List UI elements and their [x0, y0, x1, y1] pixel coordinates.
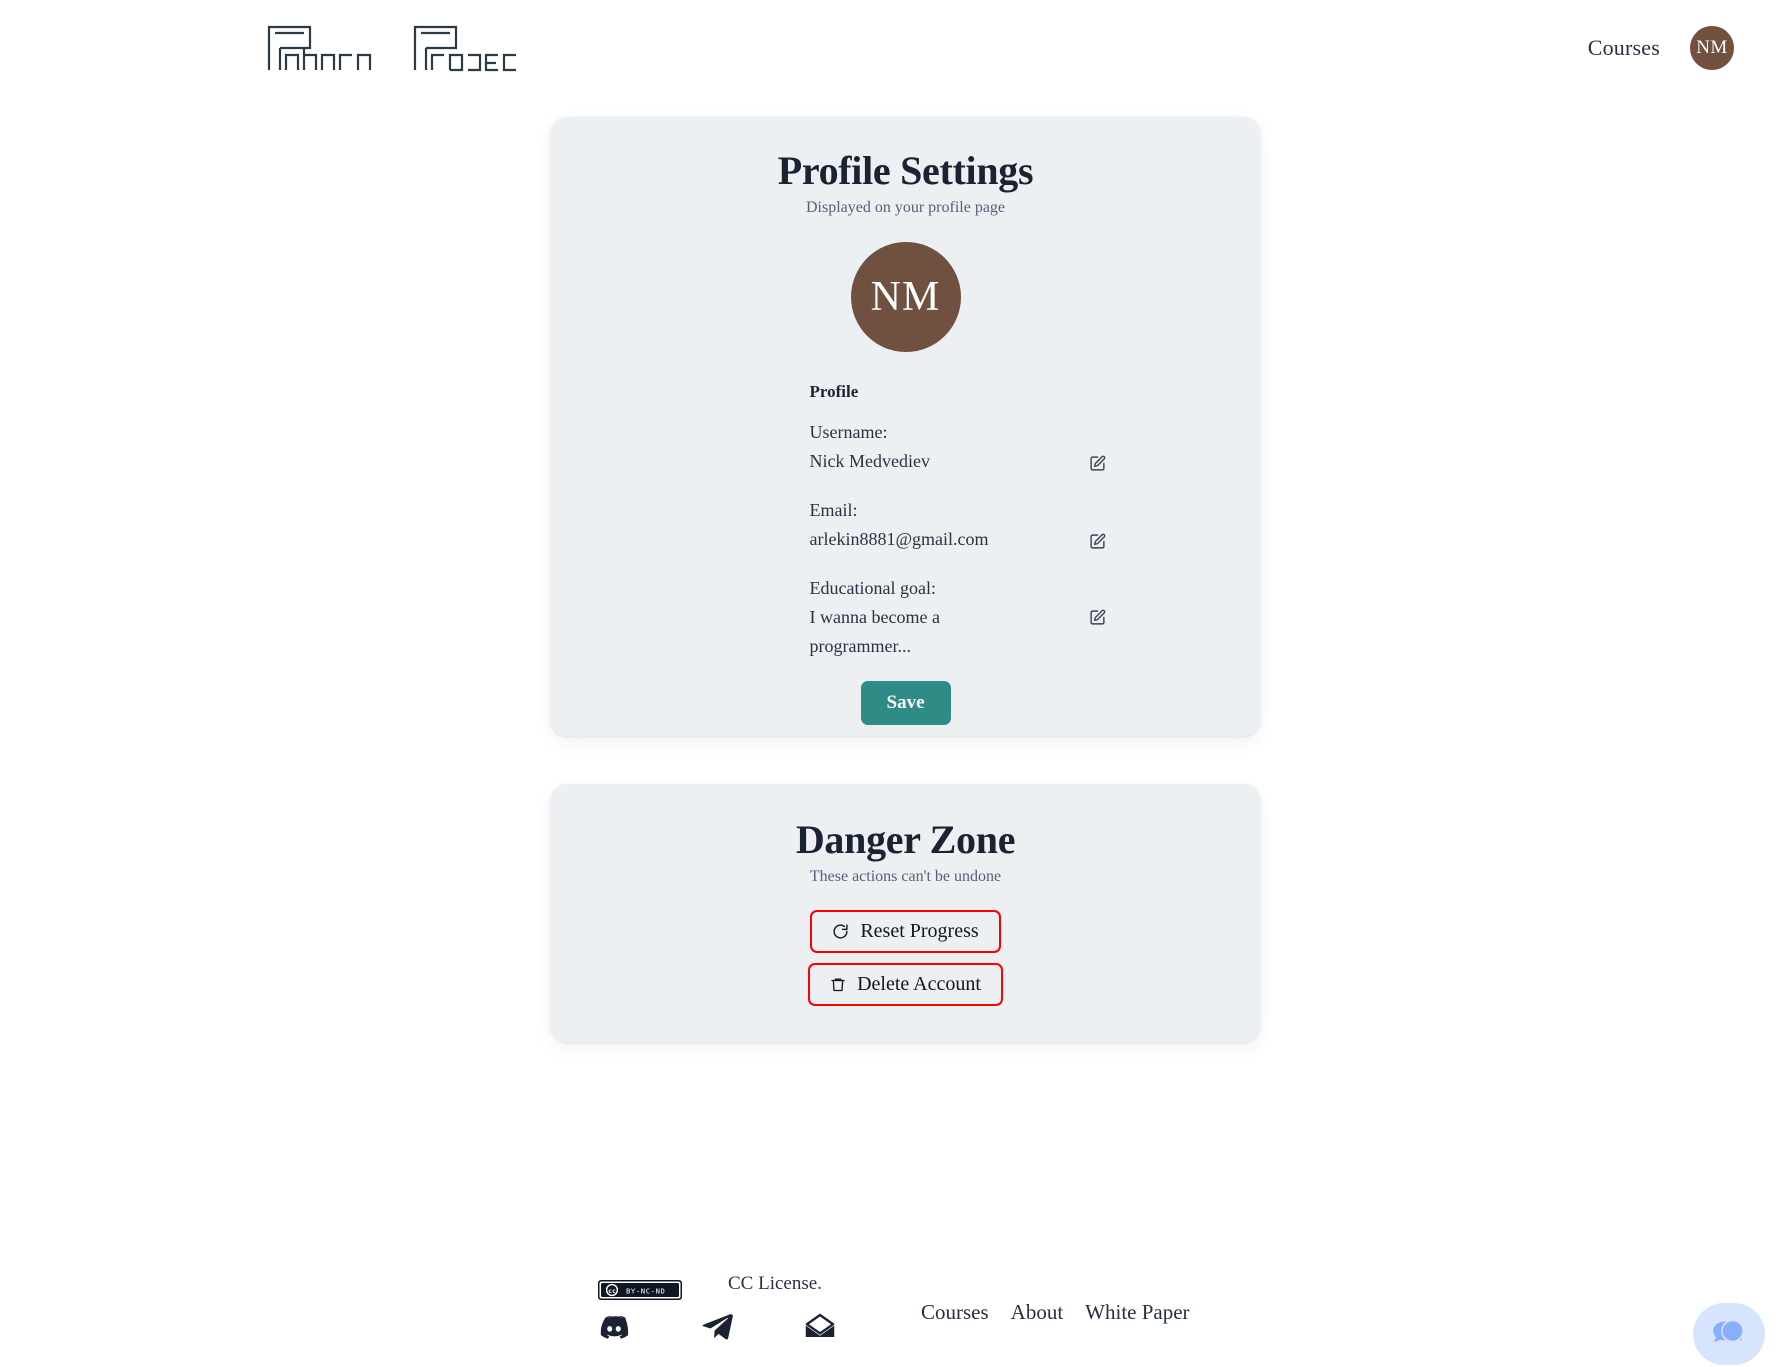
edit-email-button[interactable] [1089, 533, 1106, 550]
field-educational-goal: Educational goal: I wanna become a progr… [810, 574, 1106, 661]
square-pen-icon [1089, 533, 1105, 549]
field-username: Username: Nick Medvediev [810, 418, 1106, 476]
cc-by-nc-nd-icon: cc BY-NC-ND [598, 1280, 682, 1300]
field-educational-goal-value: I wanna become a programmer... [809, 607, 940, 656]
delete-account-button[interactable]: Delete Account [808, 963, 1003, 1006]
logo-project-icon [413, 25, 516, 72]
trash-icon [831, 978, 845, 992]
edit-educational-goal-button[interactable] [1089, 609, 1106, 626]
profile-settings-card: Profile Settings Displayed on your profi… [551, 117, 1260, 736]
page-title: Profile Settings [777, 148, 1034, 193]
logo-pandora-icon [267, 25, 372, 70]
refresh-cw-icon [833, 924, 848, 939]
square-pen-icon [1089, 455, 1105, 471]
danger-zone-actions: Reset Progress Delete Account [551, 910, 1260, 1006]
nav-link-courses[interactable]: Courses [1588, 35, 1660, 61]
profile-fields: Profile Username: Nick Medvediev Email: … [706, 382, 1106, 661]
danger-zone-subtitle: These actions can't be undone [809, 868, 1002, 885]
field-email-label: Email: [809, 500, 858, 520]
field-educational-goal-label: Educational goal: [809, 578, 936, 598]
mail-icon[interactable] [805, 1313, 835, 1339]
cc-badge-terms-text: BY-NC-ND [626, 1286, 665, 1295]
chat-widget-button[interactable] [1693, 1303, 1765, 1365]
cc-badge-cc-text: cc [608, 1287, 616, 1295]
footer-link-about[interactable]: About [1011, 1300, 1064, 1325]
telegram-icon[interactable] [701, 1312, 734, 1340]
save-button[interactable]: Save [860, 681, 951, 725]
site-footer: cc BY-NC-ND CC License. Courses About Wh… [0, 1272, 1792, 1367]
square-pen-icon [1089, 609, 1105, 625]
footer-link-white-paper[interactable]: White Paper [1085, 1300, 1189, 1325]
danger-zone-card: Danger Zone These actions can't be undon… [551, 784, 1260, 1042]
site-logo[interactable] [264, 19, 522, 77]
reset-progress-label: Reset Progress [860, 920, 979, 942]
profile-avatar[interactable]: NM [850, 242, 961, 352]
site-header: Courses NM [0, 0, 1792, 96]
danger-zone-title: Danger Zone [795, 817, 1016, 862]
edit-username-button[interactable] [1089, 455, 1106, 472]
chat-bubbles-icon [1713, 1319, 1746, 1346]
profile-section-heading: Profile [809, 382, 859, 401]
page-subtitle: Displayed on your profile page [805, 199, 1006, 216]
footer-social-links [598, 1312, 835, 1340]
footer-link-courses[interactable]: Courses [921, 1300, 989, 1325]
cc-license-badge[interactable]: cc BY-NC-ND [598, 1280, 682, 1300]
reset-progress-button[interactable]: Reset Progress [810, 910, 1001, 953]
header-avatar[interactable]: NM [1690, 26, 1734, 70]
cc-license-text: CC License. [728, 1273, 822, 1294]
discord-icon[interactable] [598, 1314, 630, 1339]
delete-account-label: Delete Account [857, 973, 981, 995]
field-email-value: arlekin8881@gmail.com [809, 529, 989, 549]
field-username-label: Username: [809, 422, 888, 442]
field-email: Email: arlekin8881@gmail.com [810, 496, 1106, 554]
footer-nav: Courses About White Paper [921, 1300, 1190, 1325]
field-username-value: Nick Medvediev [809, 451, 930, 471]
header-actions: Courses NM [1588, 26, 1734, 70]
